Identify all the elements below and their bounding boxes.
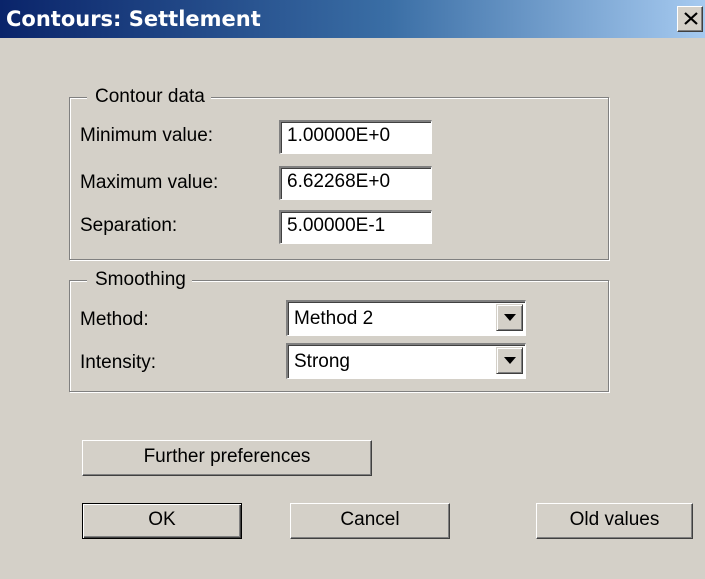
separation-label: Separation: bbox=[80, 215, 178, 236]
ok-button[interactable]: OK bbox=[82, 503, 242, 539]
contour-data-legend: Contour data bbox=[87, 85, 211, 109]
cancel-button[interactable]: Cancel bbox=[290, 503, 450, 539]
method-value: Method 2 bbox=[294, 308, 374, 329]
contours-dialog: Contours: Settlement Contour data Minimu… bbox=[0, 0, 705, 579]
intensity-dropdown[interactable]: Strong bbox=[286, 343, 526, 379]
maximum-value-label: Maximum value: bbox=[80, 172, 219, 193]
smoothing-legend: Smoothing bbox=[87, 268, 192, 292]
close-icon bbox=[684, 12, 698, 25]
window-title: Contours: Settlement bbox=[6, 7, 261, 31]
intensity-dropdown-button[interactable] bbox=[496, 347, 523, 374]
minimum-value-field[interactable]: 1.00000E+0 bbox=[279, 120, 432, 154]
maximum-value-field[interactable]: 6.62268E+0 bbox=[279, 166, 432, 200]
chevron-down-icon bbox=[504, 314, 516, 321]
method-dropdown[interactable]: Method 2 bbox=[286, 300, 526, 336]
minimum-value-label: Minimum value: bbox=[80, 125, 214, 146]
method-dropdown-button[interactable] bbox=[496, 304, 523, 331]
chevron-down-icon bbox=[504, 357, 516, 364]
title-bar[interactable]: Contours: Settlement bbox=[0, 0, 705, 38]
old-values-button[interactable]: Old values bbox=[536, 503, 693, 539]
close-button[interactable] bbox=[677, 6, 703, 32]
intensity-label: Intensity: bbox=[80, 352, 157, 373]
intensity-value: Strong bbox=[294, 351, 350, 372]
method-label: Method: bbox=[80, 309, 149, 330]
separation-field[interactable]: 5.00000E-1 bbox=[279, 210, 432, 244]
further-preferences-button[interactable]: Further preferences bbox=[82, 440, 372, 476]
